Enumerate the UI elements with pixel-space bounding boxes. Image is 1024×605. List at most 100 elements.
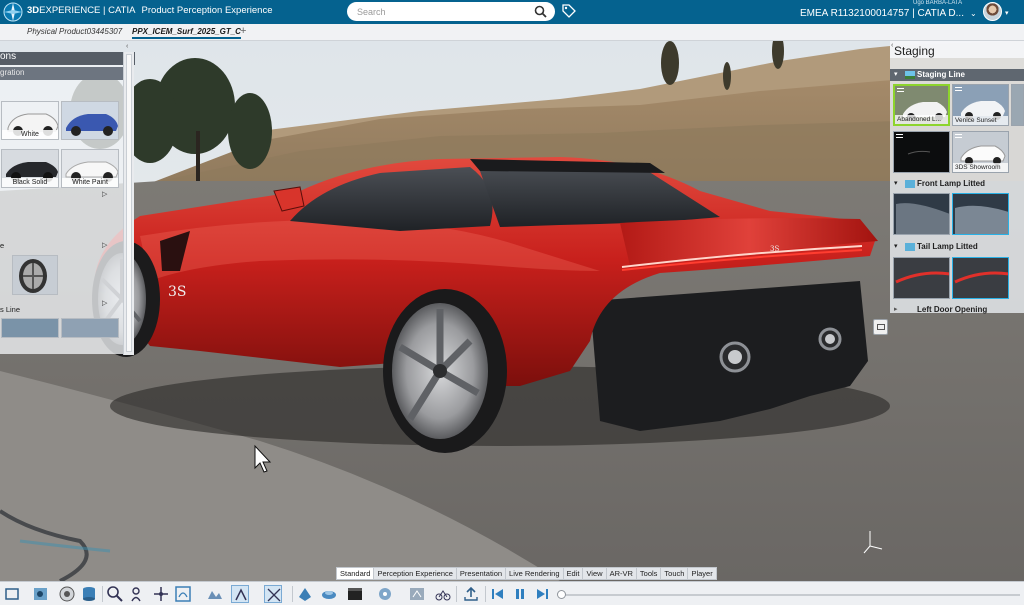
effects-icon[interactable] <box>376 585 394 603</box>
blue-car-thumbnail <box>66 114 118 136</box>
storage-icon[interactable] <box>80 585 98 603</box>
scrollbar-thumb[interactable] <box>126 54 132 352</box>
material-icon[interactable] <box>296 585 314 603</box>
play-icon[interactable]: ▷ <box>102 190 107 198</box>
section-front-lamp[interactable]: ▾ Front Lamp Litted <box>890 178 1024 190</box>
zoom-icon[interactable] <box>106 585 124 603</box>
environment-icon[interactable] <box>320 585 338 603</box>
lamp-preview <box>895 271 949 284</box>
3d-viewport[interactable]: 3S 3S <box>0 41 1024 581</box>
bike-icon[interactable] <box>434 585 452 603</box>
collapse-triangle-icon[interactable]: ▾ <box>894 70 898 78</box>
pause-icon[interactable] <box>511 585 529 603</box>
tab-player[interactable]: Player <box>688 568 715 579</box>
tab-ppx-icem-surf[interactable]: PPX_ICEM_Surf_2025_GT_C <box>132 27 241 39</box>
scene-icon[interactable] <box>206 585 224 603</box>
share-icon[interactable] <box>462 585 480 603</box>
tab-live-rendering[interactable]: Live Rendering <box>506 568 564 579</box>
left-panel-header: ons <box>0 51 135 65</box>
tail-lamp-item[interactable] <box>952 257 1009 299</box>
play-icon[interactable]: ▷ <box>102 299 107 307</box>
staging-item-dark[interactable] <box>893 131 950 173</box>
snap-icon[interactable] <box>231 585 249 603</box>
timeline-slider-knob[interactable] <box>557 590 566 599</box>
tab-standard[interactable]: Standard <box>337 568 375 579</box>
line-thumbnail[interactable] <box>1 318 59 338</box>
previous-icon[interactable] <box>489 585 507 603</box>
user-name: Ugo BARBA-LATA <box>913 0 963 6</box>
section-left-door[interactable]: ▸ Left Door Opening <box>890 304 1024 316</box>
staging-item-partial[interactable] <box>1011 84 1024 126</box>
view-icon[interactable] <box>152 585 170 603</box>
next-icon[interactable] <box>533 585 551 603</box>
avatar-chevron-down-icon[interactable]: ▾ <box>1005 9 1009 17</box>
app-brand: 3DEXPERIENCE | CATIA Product Perception … <box>27 5 273 16</box>
new-tab-plus-icon[interactable]: + <box>240 25 246 37</box>
timeline-track[interactable] <box>565 594 1020 596</box>
rendering-icon[interactable] <box>58 585 76 603</box>
compass-icon[interactable] <box>2 1 24 23</box>
left-section-label: e <box>0 241 5 250</box>
avatar[interactable] <box>983 2 1002 21</box>
brand-main: EXPERIENCE | CATIA <box>39 5 135 16</box>
front-lamp-item[interactable] <box>952 193 1009 235</box>
search-box[interactable] <box>347 2 555 21</box>
tab-view[interactable]: View <box>583 568 607 579</box>
toolbar-separator <box>292 586 293 602</box>
left-panel-subheader[interactable]: gration <box>0 67 123 80</box>
wheel-thumbnail[interactable] <box>12 255 58 295</box>
pan-icon[interactable] <box>128 585 146 603</box>
left-panel-title: ons <box>0 51 17 62</box>
toolbar-separator <box>456 586 457 602</box>
tab-ar-vr[interactable]: AR-VR <box>607 568 637 579</box>
collapse-triangle-icon[interactable]: ▸ <box>894 305 898 313</box>
staging-item-caption: 3DS Showroom <box>953 163 1008 172</box>
staging-item-abandoned[interactable]: Abandoned L... <box>893 84 950 126</box>
staging-item-showroom[interactable]: 3DS Showroom <box>952 131 1009 173</box>
session-label[interactable]: EMEA R1132100014757 | CATIA D... <box>800 8 964 19</box>
tab-physical-product[interactable]: Physical Product03445307 <box>27 27 122 36</box>
tab-edit[interactable]: Edit <box>564 568 584 579</box>
left-options-panel: ons gration White Black Solid White Pain… <box>0 51 135 354</box>
app-name: Product Perception Experience <box>141 5 273 16</box>
variant-thumbnail[interactable] <box>61 101 119 140</box>
section-tail-lamp[interactable]: ▾ Tail Lamp Litted <box>890 241 1024 253</box>
collapse-triangle-icon[interactable]: ▾ <box>894 242 898 250</box>
lamp-preview <box>896 203 949 234</box>
staging-item-caption: Abandoned L... <box>895 115 948 124</box>
flag-icon <box>897 88 904 92</box>
line-thumbnail[interactable] <box>61 318 119 338</box>
thumbnail-caption: Black Solid <box>2 178 58 187</box>
play-icon[interactable]: ▷ <box>102 241 107 249</box>
front-lamp-item[interactable] <box>893 193 950 235</box>
search-input[interactable] <box>357 5 527 18</box>
section-staging-line[interactable]: ▾ Staging Line <box>890 69 1024 81</box>
collapse-right-panel-icon[interactable]: ‹ <box>891 42 893 49</box>
panel-toggle-button[interactable] <box>873 319 888 335</box>
left-panel-scrollbar[interactable] <box>123 52 134 355</box>
document-tab-bar: Physical Product03445307 PPX_ICEM_Surf_2… <box>0 24 1024 41</box>
render-icon[interactable] <box>408 585 426 603</box>
tab-presentation[interactable]: Presentation <box>457 568 507 579</box>
camera-icon[interactable] <box>346 585 364 603</box>
capture-icon[interactable] <box>32 585 50 603</box>
variant-thumbnail[interactable]: White <box>1 101 59 140</box>
measure-icon[interactable] <box>4 585 22 603</box>
tail-lamp-item[interactable] <box>893 257 950 299</box>
search-icon[interactable] <box>534 5 547 18</box>
variant-thumbnail[interactable]: White Paint <box>61 149 119 188</box>
chevron-down-icon[interactable]: ⌄ <box>970 9 977 18</box>
staging-item-venice[interactable]: Venice Sunset <box>952 84 1009 126</box>
wheel-icon <box>19 259 47 293</box>
variant-thumbnail[interactable]: Black Solid <box>1 149 59 188</box>
grid-icon[interactable] <box>264 585 282 603</box>
constraint-icon[interactable] <box>174 585 192 603</box>
section-label: Staging Line <box>917 70 965 79</box>
collapse-left-panel-icon[interactable]: ‹ <box>126 43 128 50</box>
collapse-triangle-icon[interactable]: ▾ <box>894 179 898 187</box>
tab-tools[interactable]: Tools <box>637 568 662 579</box>
tab-touch[interactable]: Touch <box>661 568 689 579</box>
tab-perception-experience[interactable]: Perception Experience <box>374 568 457 579</box>
tag-icon[interactable] <box>562 4 576 18</box>
top-bar: 3DEXPERIENCE | CATIA Product Perception … <box>0 0 1024 24</box>
